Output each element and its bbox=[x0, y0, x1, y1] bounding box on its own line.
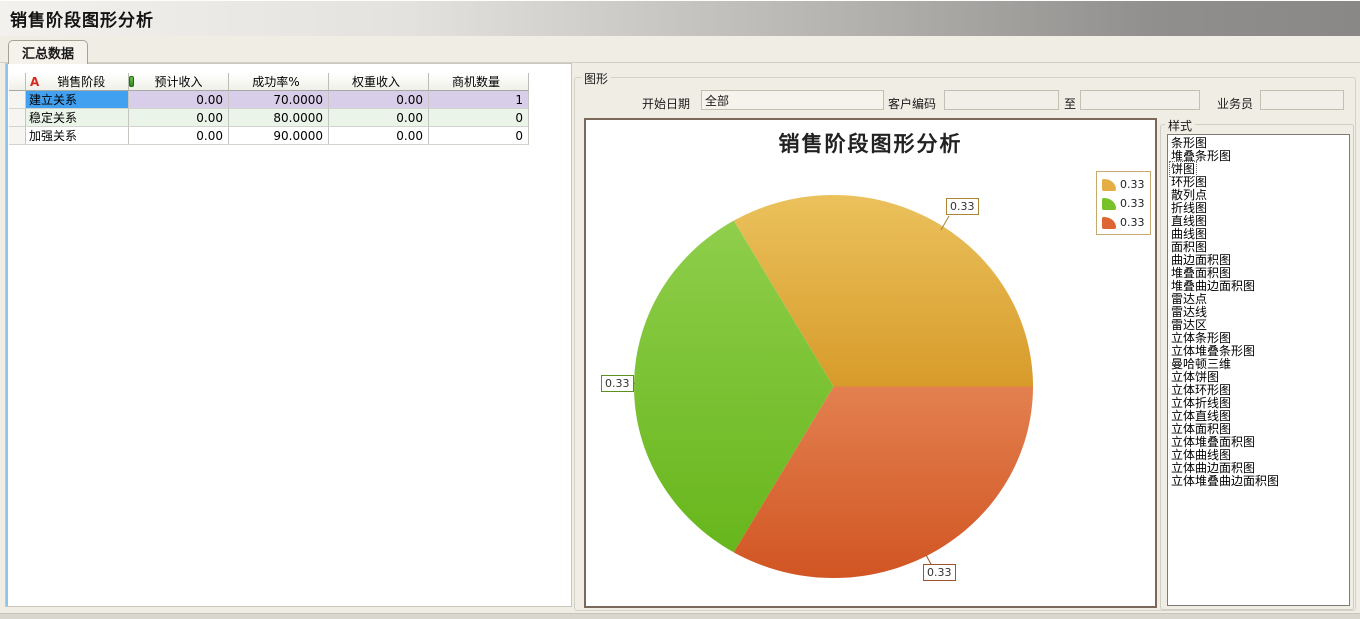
summary-grid-panel: A 销售阶段 预计收入 成功率% 权重收入 商机数量 建立关系 0.00 70.… bbox=[5, 63, 572, 607]
column-header-label: 商机数量 bbox=[429, 73, 523, 90]
legend-value: 0.33 bbox=[1120, 197, 1145, 210]
cell-expected-income[interactable]: 0.00 bbox=[129, 109, 229, 127]
text-filter-icon: A bbox=[30, 75, 39, 89]
cell-opportunity-count[interactable]: 0 bbox=[429, 109, 529, 127]
table-row: 加强关系 0.00 90.0000 0.00 0 bbox=[9, 127, 529, 145]
legend-entry: 0.33 bbox=[1102, 194, 1150, 213]
column-header-success-rate[interactable]: 成功率% bbox=[229, 73, 329, 91]
legend-entry: 0.33 bbox=[1102, 213, 1150, 232]
legend-entry: 0.33 bbox=[1102, 175, 1150, 194]
number-filter-icon bbox=[129, 76, 134, 87]
style-list-item[interactable]: 堆叠条形图 bbox=[1170, 150, 1349, 163]
customer-code-input[interactable] bbox=[944, 90, 1059, 110]
cell-success-rate[interactable]: 90.0000 bbox=[229, 127, 329, 145]
start-date-input[interactable] bbox=[701, 90, 884, 110]
page-title: 销售阶段图形分析 bbox=[0, 6, 154, 31]
cell-opportunity-count[interactable]: 1 bbox=[429, 91, 529, 109]
cell-weighted-income[interactable]: 0.00 bbox=[329, 127, 429, 145]
start-date-label: 开始日期 bbox=[642, 95, 690, 112]
customer-code-label: 客户编码 bbox=[888, 95, 936, 112]
style-list-item[interactable]: 立体堆叠曲边面积图 bbox=[1170, 475, 1349, 488]
row-header[interactable] bbox=[9, 109, 26, 127]
tab-summary-data[interactable]: 汇总数据 bbox=[8, 40, 88, 64]
pie-chart bbox=[586, 120, 1155, 606]
table-row: 稳定关系 0.00 80.0000 0.00 0 bbox=[9, 109, 529, 127]
slice-value-label: 0.33 bbox=[601, 375, 634, 392]
column-header-label: 权重收入 bbox=[329, 73, 423, 90]
cell-success-rate[interactable]: 80.0000 bbox=[229, 109, 329, 127]
window-titlebar: 销售阶段图形分析 bbox=[0, 0, 1360, 36]
legend-value: 0.33 bbox=[1120, 178, 1145, 191]
row-header[interactable] bbox=[9, 127, 26, 145]
graph-group-box: 图形 开始日期 客户编码 至 业务员 销售阶段图形分析 bbox=[574, 77, 1356, 611]
pie-chart-canvas: 销售阶段图形分析 0.33 0.33 0.33 bbox=[584, 118, 1157, 608]
legend-value: 0.33 bbox=[1120, 216, 1145, 229]
salesperson-label: 业务员 bbox=[1217, 95, 1253, 112]
sales-stage-table: A 销售阶段 预计收入 成功率% 权重收入 商机数量 建立关系 0.00 70.… bbox=[9, 73, 529, 145]
salesperson-input[interactable] bbox=[1260, 90, 1344, 110]
customer-code-to-input[interactable] bbox=[1080, 90, 1200, 110]
legend-pie-swatch-icon bbox=[1102, 179, 1116, 191]
table-header-row: A 销售阶段 预计收入 成功率% 权重收入 商机数量 bbox=[9, 73, 529, 91]
slice-value-label: 0.33 bbox=[946, 198, 979, 215]
bottom-status-strip bbox=[0, 613, 1360, 619]
to-label: 至 bbox=[1064, 95, 1076, 112]
cell-stage[interactable]: 稳定关系 bbox=[26, 109, 129, 127]
graph-group-caption: 图形 bbox=[581, 70, 611, 87]
column-header-expected-income[interactable]: 预计收入 bbox=[129, 73, 229, 91]
cell-expected-income[interactable]: 0.00 bbox=[129, 127, 229, 145]
column-header-label: 预计收入 bbox=[148, 73, 223, 90]
column-header-stage[interactable]: A 销售阶段 bbox=[26, 73, 129, 91]
cell-weighted-income[interactable]: 0.00 bbox=[329, 91, 429, 109]
cell-weighted-income[interactable]: 0.00 bbox=[329, 109, 429, 127]
legend-pie-swatch-icon bbox=[1102, 198, 1116, 210]
row-header-corner bbox=[9, 73, 26, 91]
column-header-opportunity-count[interactable]: 商机数量 bbox=[429, 73, 529, 91]
column-header-weighted-income[interactable]: 权重收入 bbox=[329, 73, 429, 91]
style-list[interactable]: 条形图堆叠条形图饼图环形图散列点折线图直线图曲线图面积图曲边面积图堆叠面积图堆叠… bbox=[1167, 134, 1350, 606]
panel-left-accent bbox=[6, 64, 8, 606]
cell-stage[interactable]: 加强关系 bbox=[26, 127, 129, 145]
column-header-label: 成功率% bbox=[229, 73, 323, 90]
row-header[interactable] bbox=[9, 91, 26, 109]
column-header-label: 销售阶段 bbox=[57, 73, 105, 90]
style-group-caption: 样式 bbox=[1165, 117, 1195, 134]
slice-value-label: 0.33 bbox=[923, 564, 956, 581]
cell-stage-selected[interactable]: 建立关系 bbox=[26, 91, 129, 109]
tab-strip: 汇总数据 bbox=[0, 36, 1360, 63]
style-group-box: 样式 条形图堆叠条形图饼图环形图散列点折线图直线图曲线图面积图曲边面积图堆叠面积… bbox=[1160, 124, 1354, 610]
cell-expected-income[interactable]: 0.00 bbox=[129, 91, 229, 109]
legend-pie-swatch-icon bbox=[1102, 217, 1116, 229]
table-row: 建立关系 0.00 70.0000 0.00 1 bbox=[9, 91, 529, 109]
cell-success-rate[interactable]: 70.0000 bbox=[229, 91, 329, 109]
chart-legend: 0.33 0.33 0.33 bbox=[1096, 171, 1151, 235]
cell-opportunity-count[interactable]: 0 bbox=[429, 127, 529, 145]
